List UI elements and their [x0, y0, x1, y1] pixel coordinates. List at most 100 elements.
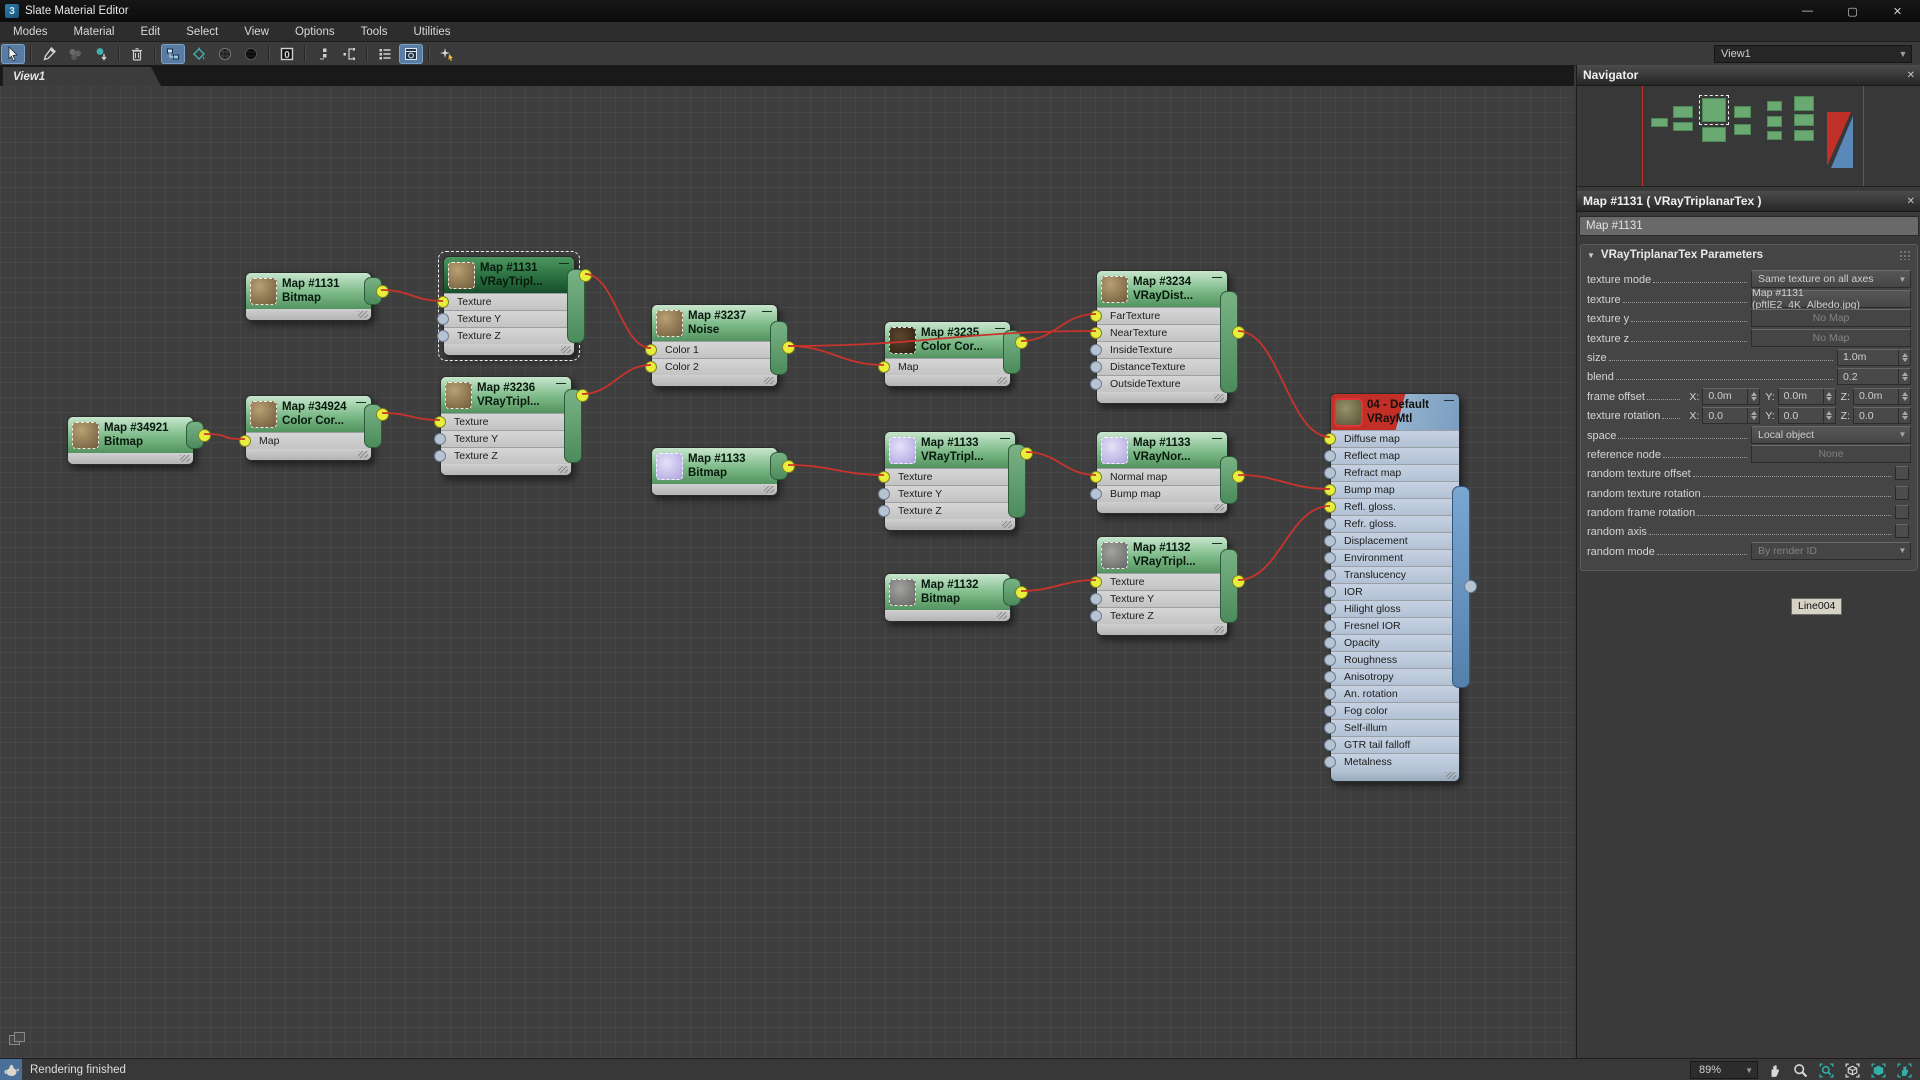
toolbar-put-material-to-scene[interactable] — [89, 44, 113, 64]
slot-self-illum[interactable]: Self-illum — [1331, 720, 1459, 736]
node-map-34924-colorcorrect[interactable]: Map #34924Color Cor...—Map — [245, 395, 372, 461]
input-socket[interactable] — [1090, 488, 1102, 500]
node-map-3237-noise[interactable]: Map #3237Noise—Color 1Color 2 — [651, 304, 778, 387]
output-socket[interactable] — [1015, 586, 1028, 599]
toolbar-layout-children[interactable] — [187, 44, 211, 64]
input-socket[interactable] — [1324, 484, 1336, 496]
input-socket[interactable] — [1324, 467, 1336, 479]
toolbar-pick-material-from-object[interactable] — [37, 44, 61, 64]
toolbar-layout-all[interactable] — [161, 44, 185, 64]
slot-color-2[interactable]: Color 2 — [652, 359, 777, 375]
output-socket[interactable] — [1464, 580, 1477, 593]
slot-texture-z[interactable]: Texture Z — [441, 448, 571, 464]
inspector-close-icon[interactable]: ✕ — [1907, 196, 1915, 207]
input-socket[interactable] — [1324, 756, 1336, 768]
node-header[interactable]: Map #1133VRayNor...— — [1097, 432, 1227, 468]
layout-pages-icon[interactable] — [8, 1031, 28, 1050]
zoom-level-dropdown[interactable]: 89% ▼ — [1690, 1061, 1758, 1079]
slot-ior[interactable]: IOR — [1331, 584, 1459, 600]
collapse-icon[interactable]: — — [1444, 397, 1454, 405]
slot-anisotropy[interactable]: Anisotropy — [1331, 669, 1459, 685]
slot-reflect-map[interactable]: Reflect map — [1331, 448, 1459, 464]
collapse-icon[interactable]: — — [556, 380, 566, 388]
toolbar-material-id-channel[interactable]: 0 — [275, 44, 299, 64]
node-map-1131-vraytriplanar[interactable]: Map #1131VRayTripl...—TextureTexture YTe… — [443, 256, 575, 356]
output-socket[interactable] — [1232, 575, 1245, 588]
spinner-arrows-icon[interactable] — [1898, 369, 1910, 384]
slot-fresnel-ior[interactable]: Fresnel IOR — [1331, 618, 1459, 634]
node-footer[interactable] — [652, 375, 777, 386]
node-footer[interactable] — [246, 449, 371, 460]
node-map-3234-vraydistance[interactable]: Map #3234VRayDist...—FarTextureNearTextu… — [1096, 270, 1228, 404]
slot-refr--gloss-[interactable]: Refr. gloss. — [1331, 516, 1459, 532]
input-socket[interactable] — [1324, 433, 1336, 445]
slot-bump-map[interactable]: Bump map — [1331, 482, 1459, 498]
spinner-arrows-icon[interactable] — [1898, 350, 1910, 365]
spinner-arrows-icon[interactable] — [1898, 408, 1910, 423]
input-socket[interactable] — [1090, 361, 1102, 373]
spinner-arrows-icon[interactable] — [1823, 389, 1835, 404]
input-socket[interactable] — [1324, 620, 1336, 632]
input-socket[interactable] — [1090, 378, 1102, 390]
node-map-1131-bitmap[interactable]: Map #1131Bitmap — [245, 272, 372, 321]
statusbar-pan-icon[interactable] — [1765, 1061, 1784, 1080]
input-socket[interactable] — [1324, 518, 1336, 530]
statusbar-zoom-extents-selected-icon[interactable] — [1869, 1061, 1888, 1080]
input-socket[interactable] — [1324, 552, 1336, 564]
input-socket[interactable] — [1090, 471, 1102, 483]
param-frame-offset-y[interactable]: 0.0m — [1778, 388, 1836, 405]
toolbar-select-tool[interactable] — [1, 44, 25, 64]
close-button[interactable]: ✕ — [1875, 0, 1920, 22]
toolbar-render-map[interactable] — [399, 44, 423, 64]
toolbar-delete-selected[interactable] — [125, 44, 149, 64]
input-socket[interactable] — [1324, 535, 1336, 547]
node-map-1132-vraytriplanar[interactable]: Map #1132VRayTripl...—TextureTexture YTe… — [1096, 536, 1228, 636]
toolbar-assign-material-to-selection[interactable] — [63, 44, 87, 64]
navigator-close-icon[interactable]: ✕ — [1907, 70, 1915, 81]
slot-diffuse-map[interactable]: Diffuse map — [1331, 431, 1459, 447]
node-header[interactable]: Map #1132VRayTripl...— — [1097, 537, 1227, 573]
param-frame-offset-x[interactable]: 0.0m — [1702, 388, 1760, 405]
output-socket[interactable] — [782, 341, 795, 354]
param-checkbox-12[interactable] — [1895, 505, 1909, 519]
menu-edit[interactable]: Edit — [127, 22, 173, 41]
menu-tools[interactable]: Tools — [348, 22, 401, 41]
slot-map[interactable]: Map — [885, 359, 1010, 375]
input-socket[interactable] — [434, 450, 446, 462]
node-graph-canvas[interactable]: Map #1131Bitmap Map #1131VRayTripl...—Tex… — [0, 86, 1574, 1058]
minimize-button[interactable]: — — [1785, 0, 1830, 22]
node-header[interactable]: Map #1132Bitmap — [885, 574, 1010, 610]
node-header[interactable]: Map #1133Bitmap — [652, 448, 777, 484]
input-socket[interactable] — [878, 488, 890, 500]
spinner-arrows-icon[interactable] — [1898, 389, 1910, 404]
input-socket[interactable] — [1090, 576, 1102, 588]
output-socket[interactable] — [1020, 447, 1033, 460]
node-header[interactable]: Map #34921Bitmap — [68, 417, 193, 453]
slot-environment[interactable]: Environment — [1331, 550, 1459, 566]
param-select-14[interactable]: By render ID▼ — [1751, 542, 1911, 560]
slot-fartexture[interactable]: FarTexture — [1097, 308, 1227, 324]
input-socket[interactable] — [1090, 344, 1102, 356]
toolbar-show-background[interactable] — [213, 44, 237, 64]
menu-material[interactable]: Material — [61, 22, 128, 41]
input-socket[interactable] — [1324, 637, 1336, 649]
toolbar-show-end-result[interactable] — [239, 44, 263, 64]
slot-color-1[interactable]: Color 1 — [652, 342, 777, 358]
inspector-header[interactable]: Map #1131 ( VRayTriplanarTex ) ✕ — [1577, 191, 1920, 212]
spinner-arrows-icon[interactable] — [1823, 408, 1835, 423]
node-footer[interactable] — [885, 610, 1010, 621]
output-socket[interactable] — [576, 389, 589, 402]
node-header[interactable]: Map #3236VRayTripl...— — [441, 377, 571, 413]
collapse-icon[interactable]: — — [1212, 274, 1222, 282]
input-socket[interactable] — [1324, 671, 1336, 683]
input-socket[interactable] — [878, 361, 890, 373]
input-socket[interactable] — [1324, 654, 1336, 666]
slot-normal-map[interactable]: Normal map — [1097, 469, 1227, 485]
menu-utilities[interactable]: Utilities — [400, 22, 463, 41]
collapse-icon[interactable]: — — [1212, 540, 1222, 548]
node-footer[interactable] — [1331, 770, 1459, 781]
statusbar-zoom-icon[interactable] — [1791, 1061, 1810, 1080]
collapse-icon[interactable]: — — [762, 308, 772, 316]
input-socket[interactable] — [1324, 586, 1336, 598]
spinner-arrows-icon[interactable] — [1747, 389, 1759, 404]
